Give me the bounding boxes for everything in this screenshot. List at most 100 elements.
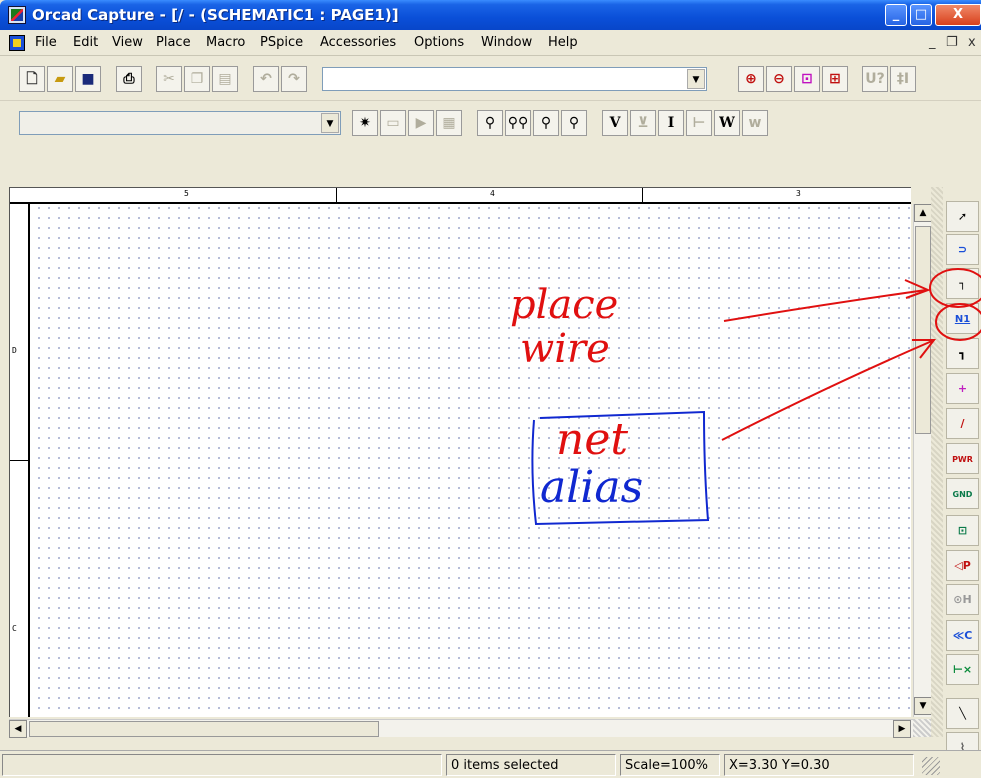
voltage-display-icon: V bbox=[609, 115, 621, 131]
power-display-icon: W bbox=[719, 115, 735, 131]
menu-file[interactable]: File bbox=[35, 35, 57, 50]
paste-button[interactable]: ▤ bbox=[212, 66, 238, 92]
chevron-down-icon[interactable]: ▼ bbox=[687, 69, 705, 89]
place-junction-tool-button[interactable]: + bbox=[946, 373, 979, 404]
zoom-area-button[interactable]: ⊡ bbox=[794, 66, 820, 92]
resize-grip-icon[interactable] bbox=[922, 757, 940, 775]
pspice-toolbar: ▼ ✷ ▭ ▶ ▦ ⚲ ⚲⚲ ⚲ ⚲ V ⊻ I ⊢ W w bbox=[0, 102, 981, 144]
place-bus-tool-icon: ┓ bbox=[959, 347, 966, 360]
zoom-all-button[interactable]: ⊞ bbox=[822, 66, 848, 92]
paste-icon: ▤ bbox=[218, 71, 232, 87]
mdi-close-button[interactable]: x bbox=[968, 35, 976, 50]
bias-power-button[interactable]: W bbox=[714, 110, 740, 136]
bias-power-toggle-button[interactable]: w bbox=[742, 110, 768, 136]
ruler-tick bbox=[642, 188, 643, 204]
menu-window[interactable]: Window bbox=[481, 35, 532, 50]
menu-view[interactable]: View bbox=[112, 35, 143, 50]
place-net-alias-tool-button[interactable]: N1 bbox=[946, 303, 979, 334]
copy-button[interactable]: ❐ bbox=[184, 66, 210, 92]
zoom-out-button[interactable]: ⊖ bbox=[766, 66, 792, 92]
place-line-tool-button[interactable]: ╲ bbox=[946, 698, 979, 729]
part-combo[interactable]: ▼ bbox=[322, 67, 707, 91]
vertical-scrollbar[interactable]: ▲ ▼ bbox=[913, 204, 932, 717]
annotate-button[interactable]: U? bbox=[862, 66, 888, 92]
document-icon[interactable] bbox=[9, 35, 25, 51]
menu-options[interactable]: Options bbox=[414, 35, 464, 50]
horizontal-scroll-thumb[interactable] bbox=[29, 721, 379, 737]
scroll-down-button[interactable]: ▼ bbox=[914, 697, 932, 715]
zoom-out-icon: ⊖ bbox=[773, 71, 785, 87]
simulation-profile-combo[interactable]: ▼ bbox=[19, 111, 341, 135]
place-port-tool-button[interactable]: ◁P bbox=[946, 550, 979, 581]
save-button[interactable]: ■ bbox=[75, 66, 101, 92]
place-off-page-tool-button[interactable]: ≪C bbox=[946, 620, 979, 651]
run-simulation-button[interactable]: ▶ bbox=[408, 110, 434, 136]
menu-place[interactable]: Place bbox=[156, 35, 191, 50]
place-no-connect-tool-button[interactable]: ⊢× bbox=[946, 654, 979, 685]
orcad-app-icon[interactable] bbox=[8, 6, 26, 24]
horizontal-scrollbar[interactable]: ◀ ▶ bbox=[9, 719, 913, 738]
new-sim-profile-button[interactable]: ✷ bbox=[352, 110, 378, 136]
diff-marker-icon: ⚲⚲ bbox=[507, 115, 529, 131]
window-title: Orcad Capture - [/ - (SCHEMATIC1 : PAGE1… bbox=[32, 6, 399, 24]
zoom-in-button[interactable]: ⊕ bbox=[738, 66, 764, 92]
draw-palette: ➚ ⊃ ┐ N1 ┓ + ∕ PWR GND ⊡ ◁P ⊙H ≪C ⊢× ╲ ⌇ bbox=[944, 188, 981, 778]
bias-voltage-toggle-button[interactable]: ⊻ bbox=[630, 110, 656, 136]
left-ruler: D C bbox=[10, 204, 30, 717]
place-bus-tool-button[interactable]: ┓ bbox=[946, 338, 979, 369]
close-button[interactable]: X bbox=[935, 4, 981, 26]
bias-voltage-button[interactable]: V bbox=[602, 110, 628, 136]
current-marker-icon: ⚲ bbox=[540, 115, 552, 131]
place-port-tool-icon: ◁P bbox=[954, 559, 971, 572]
maximize-button[interactable]: □ bbox=[910, 4, 932, 26]
power-marker-button[interactable]: ⚲ bbox=[561, 110, 587, 136]
place-hier-block-tool-button[interactable]: ⊡ bbox=[946, 515, 979, 546]
redo-button[interactable]: ↷ bbox=[281, 66, 307, 92]
scroll-up-button[interactable]: ▲ bbox=[914, 204, 932, 222]
place-bus-entry-tool-button[interactable]: ∕ bbox=[946, 408, 979, 439]
ruler-label-c: C bbox=[12, 624, 17, 633]
voltage-marker-button[interactable]: ⚲ bbox=[477, 110, 503, 136]
chevron-down-icon[interactable]: ▼ bbox=[321, 113, 339, 133]
menu-edit[interactable]: Edit bbox=[73, 35, 98, 50]
menu-macro[interactable]: Macro bbox=[206, 35, 245, 50]
edit-sim-profile-button[interactable]: ▭ bbox=[380, 110, 406, 136]
place-power-tool-button[interactable]: PWR bbox=[946, 443, 979, 474]
select-tool-button[interactable]: ➚ bbox=[946, 201, 979, 232]
zoom-area-icon: ⊡ bbox=[801, 71, 813, 87]
place-part-tool-button[interactable]: ⊃ bbox=[946, 234, 979, 265]
place-ground-tool-button[interactable]: GND bbox=[946, 478, 979, 509]
place-hier-pin-tool-button[interactable]: ⊙H bbox=[946, 584, 979, 615]
zoom-all-icon: ⊞ bbox=[829, 71, 841, 87]
menu-bar: File Edit View Place Macro PSpice Access… bbox=[0, 30, 981, 56]
mdi-minimize-button[interactable]: _ bbox=[929, 35, 936, 50]
back-annotate-button[interactable]: ‡I bbox=[890, 66, 916, 92]
cut-button[interactable]: ✂ bbox=[156, 66, 182, 92]
open-button[interactable]: ▰ bbox=[47, 66, 73, 92]
minimize-button[interactable]: _ bbox=[885, 4, 907, 26]
power-marker-icon: ⚲ bbox=[568, 115, 580, 131]
mdi-restore-button[interactable]: ❐ bbox=[946, 35, 958, 50]
current-marker-button[interactable]: ⚲ bbox=[533, 110, 559, 136]
scroll-right-button[interactable]: ▶ bbox=[893, 720, 911, 738]
schematic-canvas[interactable]: 5 4 3 D C bbox=[9, 187, 911, 717]
menu-accessories[interactable]: Accessories bbox=[320, 35, 396, 50]
print-button[interactable]: ⎙ bbox=[116, 66, 142, 92]
menu-pspice[interactable]: PSpice bbox=[260, 35, 303, 50]
place-ground-tool-icon: GND bbox=[952, 490, 973, 499]
bias-current-toggle-button[interactable]: ⊢ bbox=[686, 110, 712, 136]
redo-icon: ↷ bbox=[288, 71, 300, 87]
voltage-marker-icon: ⚲ bbox=[484, 115, 496, 131]
diff-marker-button[interactable]: ⚲⚲ bbox=[505, 110, 531, 136]
menu-help[interactable]: Help bbox=[548, 35, 578, 50]
new-button[interactable]: 🗋 bbox=[19, 66, 45, 92]
standard-toolbar: 🗋 ▰ ■ ⎙ ✂ ❐ ▤ ↶ ↷ ▼ ⊕ ⊖ ⊡ ⊞ U? ‡I bbox=[0, 57, 981, 101]
scroll-left-button[interactable]: ◀ bbox=[9, 720, 27, 738]
back-annotate-icon: ‡I bbox=[896, 71, 910, 87]
view-results-button[interactable]: ▦ bbox=[436, 110, 462, 136]
undo-button[interactable]: ↶ bbox=[253, 66, 279, 92]
bias-current-button[interactable]: I bbox=[658, 110, 684, 136]
place-wire-tool-button[interactable]: ┐ bbox=[946, 268, 979, 299]
top-ruler: 5 4 3 bbox=[10, 188, 911, 204]
vertical-scroll-thumb[interactable] bbox=[915, 226, 931, 434]
